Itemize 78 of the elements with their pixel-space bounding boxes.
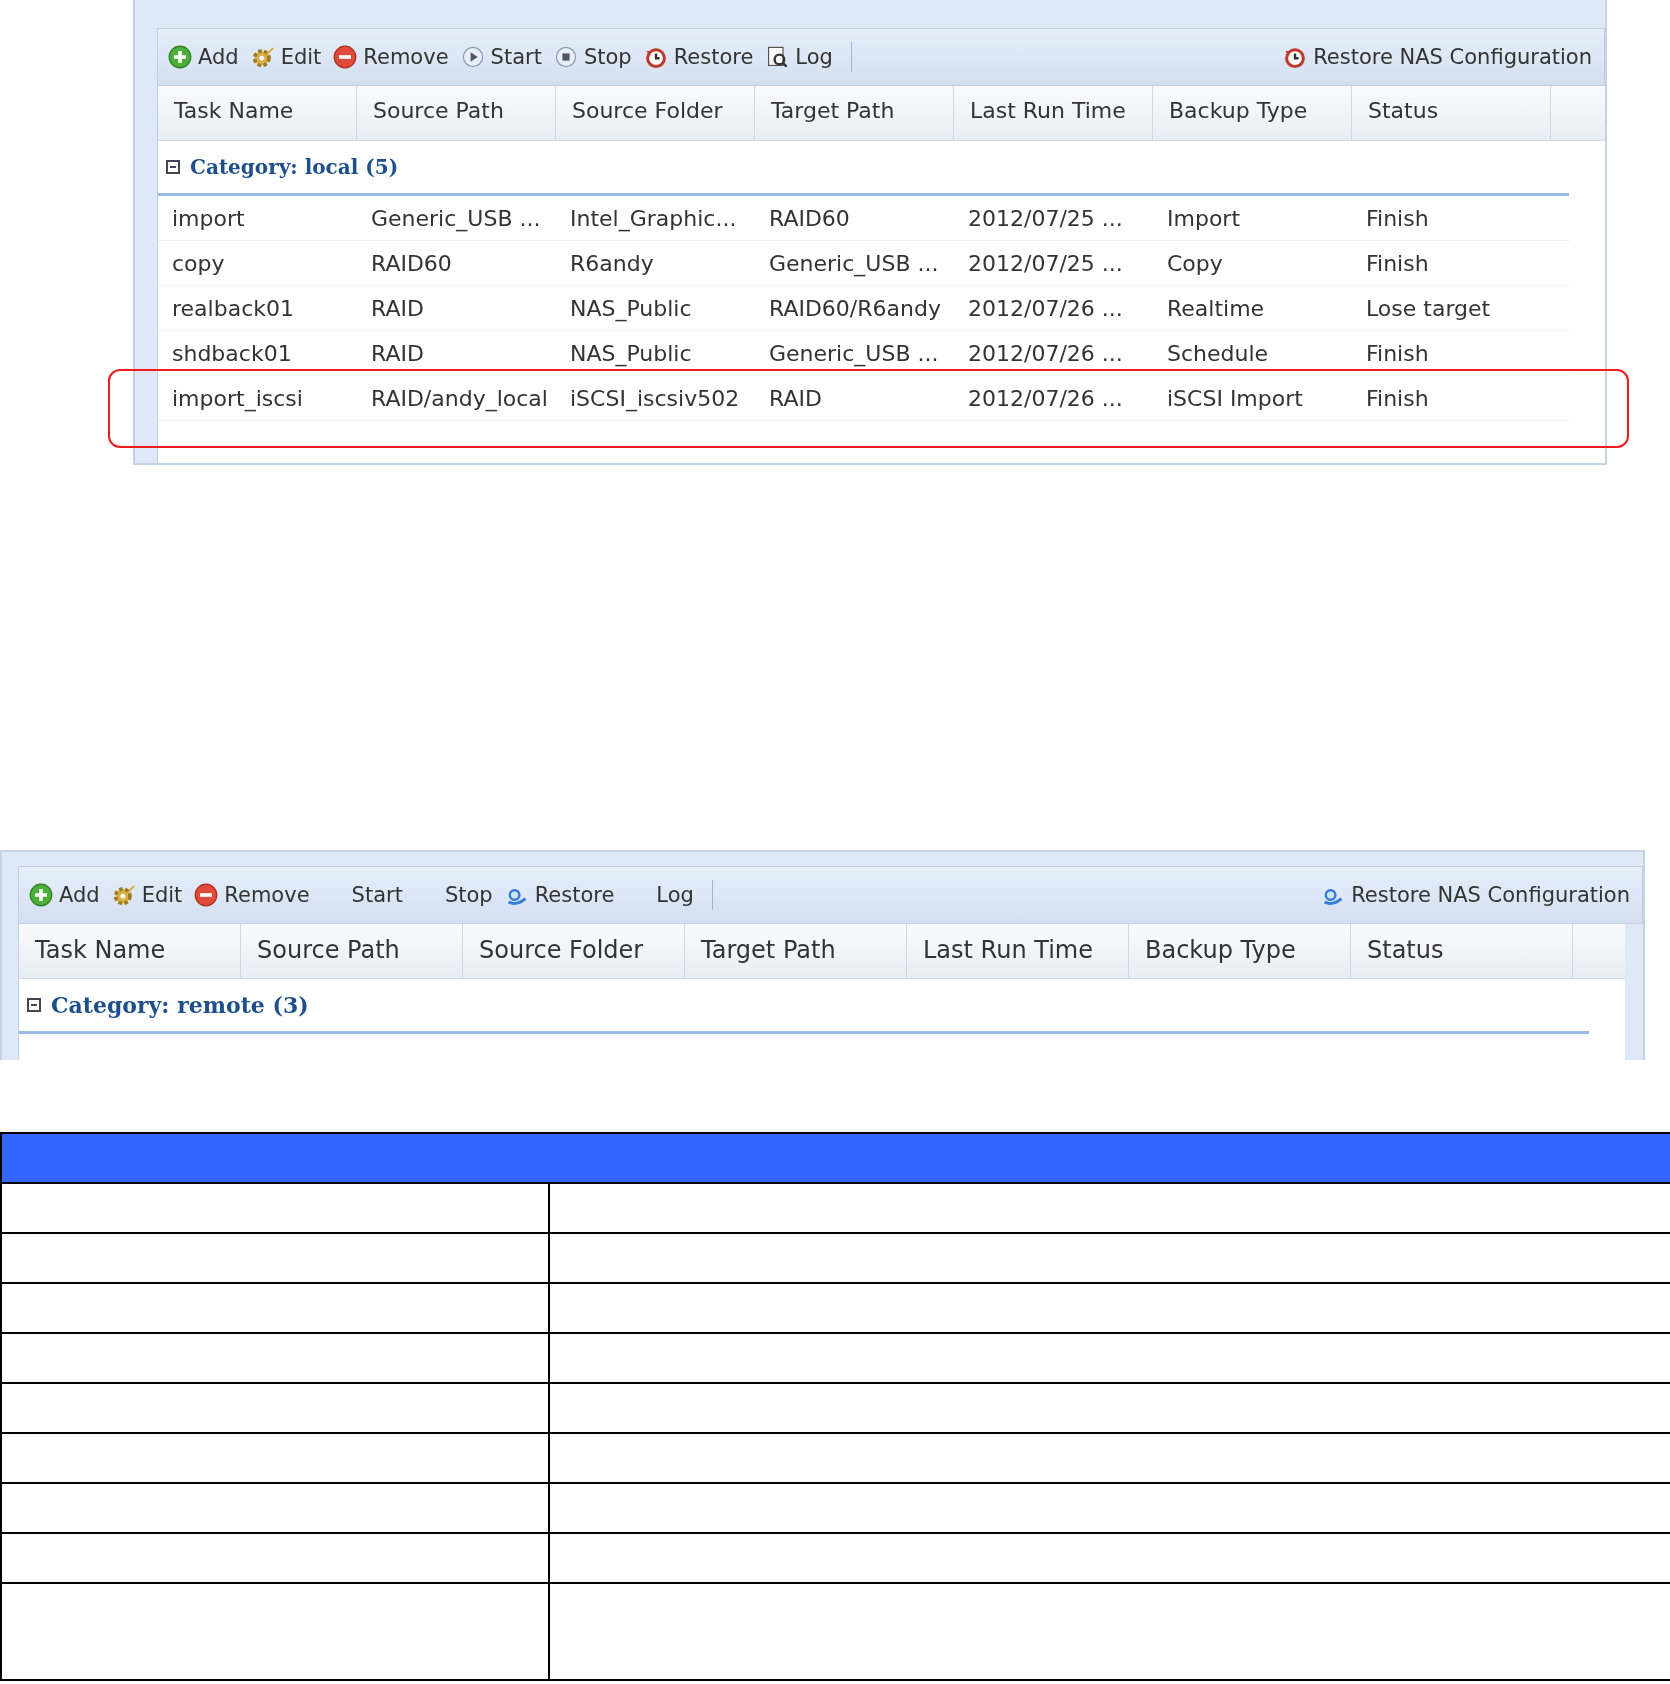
table-cell-text: RAID60/R6andy	[768, 295, 942, 321]
column-header[interactable]: Target Path	[685, 924, 907, 978]
table-cell-text: 2012/07/25 ...	[967, 250, 1124, 276]
column-header[interactable]: Task Name	[19, 924, 241, 978]
table-cell-text: Generic_USB ...	[768, 340, 940, 366]
column-header[interactable]: Backup Type	[1153, 86, 1352, 140]
table-cell-text: 2012/07/26 ...	[967, 340, 1124, 366]
toolbar-button[interactable]: Remove	[359, 45, 453, 69]
restore-config-button[interactable]: Restore NAS Configuration	[1347, 883, 1634, 907]
table-cell-text: Realtime	[1166, 295, 1266, 321]
toolbar-button[interactable]: Start	[347, 883, 407, 907]
table-cell-text: copy	[171, 250, 226, 276]
table-cell-text: Lose target	[1365, 295, 1492, 321]
table-cell-text: RAID60	[370, 250, 453, 276]
table-cell-text: Finish	[1365, 250, 1430, 276]
plus-circle-icon	[168, 45, 192, 69]
toolbar-button[interactable]: Restore	[669, 45, 758, 69]
table-cell-text: 2012/07/25 ...	[967, 205, 1124, 231]
table-cell-text: NAS_Public	[569, 340, 693, 366]
table-cell-text: Intel_Graphic...	[569, 205, 738, 231]
table-cell-text: import_iscsi	[171, 385, 304, 411]
column-header[interactable]: Backup Type	[1129, 924, 1351, 978]
gear-pencil-icon	[111, 883, 136, 907]
minus-circle-icon	[194, 883, 219, 907]
table-cell-text: R6andy	[569, 250, 655, 276]
document-magnifier-icon	[765, 45, 790, 69]
column-header[interactable]: Source Path	[357, 86, 556, 140]
plus-circle-icon	[29, 883, 53, 907]
column-header[interactable]: Target Path	[755, 86, 954, 140]
minus-circle-icon	[333, 45, 358, 69]
table-cell-text: RAID/andy_local	[370, 385, 549, 411]
toolbar-button[interactable]: Stop	[579, 45, 636, 69]
category-label: Category: local (5)	[190, 155, 399, 179]
table-cell-text: Finish	[1365, 340, 1430, 366]
table-cell-text: realback01	[171, 295, 295, 321]
column-header[interactable]: Task Name	[158, 86, 357, 140]
column-header[interactable]: Source Path	[241, 924, 463, 978]
collapse-icon[interactable]	[166, 160, 180, 174]
table-cell-text: RAID60	[768, 205, 851, 231]
table-cell-text: iSCSI Import	[1166, 385, 1304, 411]
column-header[interactable]: Status	[1352, 86, 1551, 140]
toolbar-button[interactable]: Edit	[276, 45, 326, 69]
table-cell-text: iSCSI_iscsiv502	[569, 385, 741, 411]
play-icon	[460, 45, 485, 69]
toolbar-button[interactable]: Log	[652, 883, 698, 907]
table-cell-text: shdback01	[171, 340, 293, 366]
gear-pencil-icon	[250, 45, 275, 69]
table-cell-text: RAID	[370, 340, 425, 366]
category-label: Category: remote (3)	[51, 992, 309, 1018]
table-cell-text: 2012/07/26 ...	[967, 385, 1124, 411]
toolbar-button[interactable]: Remove	[220, 883, 314, 907]
toolbar-button[interactable]: Edit	[137, 883, 187, 907]
toolbar-button[interactable]: Stop	[440, 883, 497, 907]
table-cell-text: Finish	[1365, 385, 1430, 411]
toolbar-button[interactable]: Add	[194, 45, 243, 69]
collapse-icon[interactable]	[27, 998, 41, 1012]
stop-icon	[553, 45, 578, 69]
table-cell-text: RAID	[370, 295, 425, 321]
toolbar-button[interactable]: Log	[791, 45, 837, 69]
table-cell-text: 2012/07/26 ...	[967, 295, 1124, 321]
table-cell-text: Schedule	[1166, 340, 1270, 366]
table-cell-text: import	[171, 205, 246, 231]
column-header[interactable]: Last Run Time	[954, 86, 1153, 140]
table-cell-text: Copy	[1166, 250, 1224, 276]
table-cell-text: NAS_Public	[569, 295, 693, 321]
column-header[interactable]: Source Folder	[463, 924, 685, 978]
column-header[interactable]: Last Run Time	[907, 924, 1129, 978]
table-cell-text: Finish	[1365, 205, 1430, 231]
column-header[interactable]: Status	[1351, 924, 1573, 978]
column-header[interactable]: Source Folder	[556, 86, 755, 140]
table-cell-text: Generic_USB ...	[370, 205, 542, 231]
table-cell-text: RAID	[768, 385, 823, 411]
toolbar-button[interactable]: Start	[486, 45, 546, 69]
table-cell-text: Import	[1166, 205, 1241, 231]
restore-config-button[interactable]: Restore NAS Configuration	[1309, 45, 1596, 69]
table-cell-text: Generic_USB ...	[768, 250, 940, 276]
toolbar-button[interactable]: Add	[55, 883, 104, 907]
toolbar-button[interactable]: Restore	[530, 883, 619, 907]
